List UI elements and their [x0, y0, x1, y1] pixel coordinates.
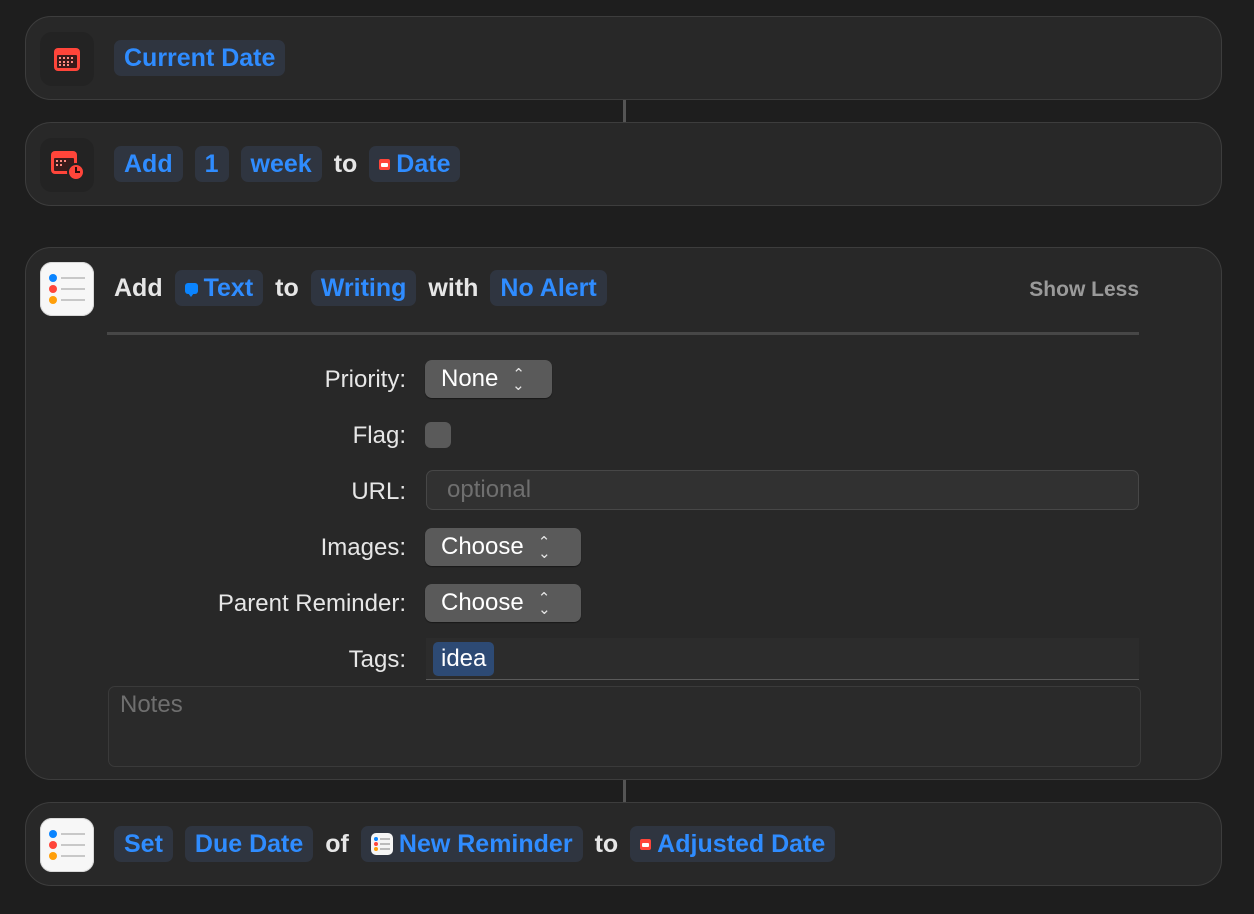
- reminders-icon: [40, 262, 94, 316]
- calendar-icon: [379, 158, 391, 170]
- url-label: URL:: [351, 478, 406, 505]
- show-less-button[interactable]: Show Less: [1029, 278, 1139, 302]
- chevron-updown-icon: ⌃ ⌃: [537, 534, 551, 560]
- adjusted-date-token[interactable]: Adjusted Date: [630, 826, 836, 862]
- calendar-clock-icon: [640, 838, 652, 850]
- text-token[interactable]: Text: [174, 270, 264, 306]
- new-reminder-token[interactable]: New Reminder: [360, 826, 583, 862]
- flag-label: Flag:: [352, 422, 406, 449]
- connector: [623, 780, 626, 802]
- chevron-updown-icon: ⌃ ⌃: [512, 366, 525, 392]
- message-icon: [184, 282, 198, 297]
- to-text: to: [594, 829, 619, 858]
- action-adjust-date[interactable]: Add 1 week to Date: [25, 122, 1222, 206]
- with-text: with: [428, 273, 479, 302]
- adjusted-date-label: Adjusted Date: [657, 830, 826, 858]
- alert-token[interactable]: No Alert: [490, 270, 607, 306]
- list-token[interactable]: Writing: [310, 270, 417, 306]
- images-label: Images:: [320, 534, 406, 561]
- action-set-reminder-detail[interactable]: Set Due Date of New Reminder to Adjusted…: [25, 802, 1222, 886]
- parent-reminder-label: Parent Reminder:: [217, 590, 406, 617]
- priority-value: None: [441, 365, 499, 392]
- set-token[interactable]: Set: [114, 826, 173, 862]
- amount-token[interactable]: 1: [194, 146, 229, 182]
- to-text: to: [275, 273, 299, 302]
- text-token-label: Text: [203, 274, 254, 302]
- priority-popup[interactable]: None ⌃ ⌃: [425, 360, 552, 398]
- to-text: to: [333, 149, 358, 178]
- date-token-label: Date: [396, 150, 451, 178]
- of-text: of: [325, 829, 349, 858]
- divider: [107, 332, 1139, 335]
- chevron-updown-icon: ⌃ ⌃: [537, 590, 551, 616]
- tags-label: Tags:: [348, 646, 406, 673]
- parent-reminder-popup[interactable]: Choose ⌃ ⌃: [425, 584, 581, 622]
- unit-token[interactable]: week: [240, 146, 322, 182]
- current-date-token[interactable]: Current Date: [114, 40, 286, 76]
- reminders-icon: [370, 833, 393, 855]
- tags-field[interactable]: [426, 638, 1139, 680]
- add-token[interactable]: Add: [114, 146, 183, 182]
- action-add-reminder[interactable]: Add Text to Writing with No Alert Show L…: [25, 247, 1222, 780]
- url-field[interactable]: optional: [426, 470, 1139, 510]
- priority-label: Priority:: [324, 366, 406, 393]
- calendar-clock-icon: [40, 138, 94, 192]
- action-current-date[interactable]: Current Date: [25, 16, 1222, 100]
- url-placeholder: optional: [447, 476, 532, 503]
- tag-chip[interactable]: idea: [433, 642, 495, 676]
- calendar-icon: [40, 32, 94, 86]
- date-token[interactable]: Date: [369, 146, 461, 182]
- notes-placeholder: Notes: [120, 691, 183, 718]
- notes-field[interactable]: Notes: [108, 686, 1141, 767]
- new-reminder-label: New Reminder: [398, 830, 573, 858]
- images-popup[interactable]: Choose ⌃ ⌃: [425, 528, 581, 566]
- flag-checkbox[interactable]: [425, 422, 451, 448]
- reminders-icon: [40, 818, 94, 872]
- add-text: Add: [114, 273, 163, 302]
- connector: [623, 100, 626, 122]
- due-date-token[interactable]: Due Date: [184, 826, 314, 862]
- parent-reminder-value: Choose: [441, 589, 524, 616]
- images-value: Choose: [441, 533, 524, 560]
